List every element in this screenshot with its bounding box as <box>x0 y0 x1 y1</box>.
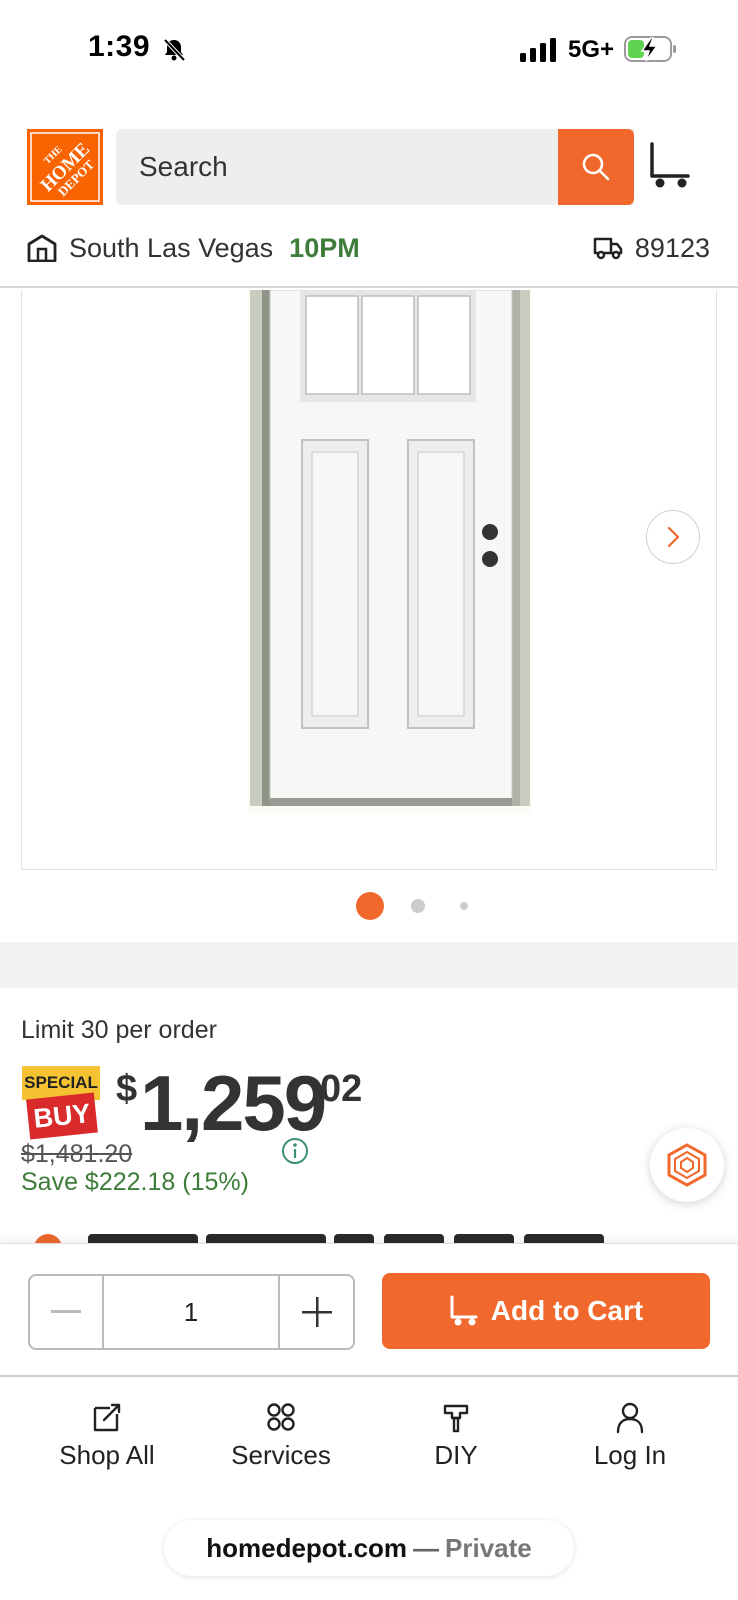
user-icon <box>616 1402 644 1434</box>
nav-label: DIY <box>434 1440 478 1470</box>
nav-shop-all[interactable]: Shop All <box>17 1400 197 1471</box>
search-input[interactable] <box>116 129 634 205</box>
decrease-quantity-button[interactable] <box>30 1276 104 1348</box>
quantity-stepper: 1 <box>28 1274 355 1350</box>
status-time: 1:39 <box>88 30 151 63</box>
gallery-dot[interactable] <box>460 902 468 910</box>
truck-icon <box>593 237 623 260</box>
store-selector[interactable]: South Las Vegas 10PM <box>27 228 360 268</box>
gallery-dot[interactable] <box>411 899 425 913</box>
section-divider <box>0 942 738 988</box>
price-section: Limit 30 per order SPECIAL BUY $ 1,259 0… <box>0 988 738 1248</box>
site-header: THE HOME DEPOT South Las Vegas 1 <box>0 100 738 288</box>
url-separator: — <box>413 1532 440 1563</box>
product-image[interactable] <box>248 290 532 814</box>
chat-assistant-button[interactable] <box>650 1128 724 1202</box>
nav-label: Shop All <box>59 1440 155 1470</box>
info-icon[interactable] <box>280 1136 310 1166</box>
next-image-button[interactable] <box>646 510 700 564</box>
minus-icon <box>51 1310 81 1313</box>
url-domain: homedepot.com <box>206 1532 408 1563</box>
bell-slash-icon <box>163 38 186 62</box>
image-frame <box>21 290 717 870</box>
special-buy-badge: SPECIAL BUY <box>22 1066 102 1140</box>
nav-services[interactable]: Services <box>191 1400 371 1471</box>
add-to-cart-label: Add to Cart <box>490 1295 644 1326</box>
store-hours: 10PM <box>289 232 360 263</box>
cart-icon <box>450 1295 478 1326</box>
store-icon <box>27 234 57 262</box>
search-icon <box>582 153 610 181</box>
store-name: South Las Vegas <box>69 232 274 263</box>
quantity-input[interactable]: 1 <box>104 1276 280 1348</box>
add-to-cart-bar: 1 Add to Cart <box>0 1243 738 1377</box>
cart-icon[interactable] <box>648 142 692 190</box>
assistant-hexagon-icon <box>667 1143 707 1187</box>
battery-charging-icon <box>624 36 676 62</box>
product-image-gallery <box>0 290 738 942</box>
plus-icon <box>301 1297 332 1327</box>
zip-code: 89123 <box>634 232 710 263</box>
purchase-limit: Limit 30 per order <box>21 1016 217 1044</box>
private-mode-label: Private <box>445 1532 532 1563</box>
increase-quantity-button[interactable] <box>280 1276 353 1348</box>
gallery-pagination <box>0 890 738 920</box>
delivery-zip-selector[interactable]: 89123 <box>593 228 710 268</box>
chevron-right-icon <box>667 526 680 548</box>
badge-buy: BUY <box>26 1092 98 1140</box>
nav-diy[interactable]: DIY <box>366 1400 546 1471</box>
product-page: 1:39 5G+ THE HOME DEPOT Search South Las… <box>0 0 738 1600</box>
signal-icon <box>520 38 556 62</box>
bottom-navigation: Shop All Services DIY Log In <box>0 1378 738 1488</box>
price-currency: $ <box>116 1068 138 1110</box>
home-depot-logo[interactable]: THE HOME DEPOT <box>27 129 103 205</box>
was-price: $1,481.20 <box>21 1140 133 1168</box>
services-icon <box>267 1403 295 1431</box>
status-bar: 1:39 5G+ <box>0 0 738 100</box>
diy-hammer-icon <box>443 1404 469 1433</box>
savings-text: Save $222.18 (15%) <box>21 1168 249 1196</box>
add-to-cart-button[interactable]: Add to Cart <box>382 1273 710 1349</box>
shop-all-icon <box>93 1403 121 1432</box>
network-label: 5G+ <box>568 36 615 63</box>
nav-log-in[interactable]: Log In <box>540 1400 720 1471</box>
gallery-dot-active[interactable] <box>356 892 384 920</box>
nav-label: Services <box>231 1440 331 1470</box>
nav-label: Log In <box>593 1440 667 1470</box>
browser-address-bar[interactable]: homedepot.com — Private <box>164 1520 574 1576</box>
search-button[interactable] <box>558 129 634 205</box>
price-cents: 02 <box>320 1068 363 1110</box>
